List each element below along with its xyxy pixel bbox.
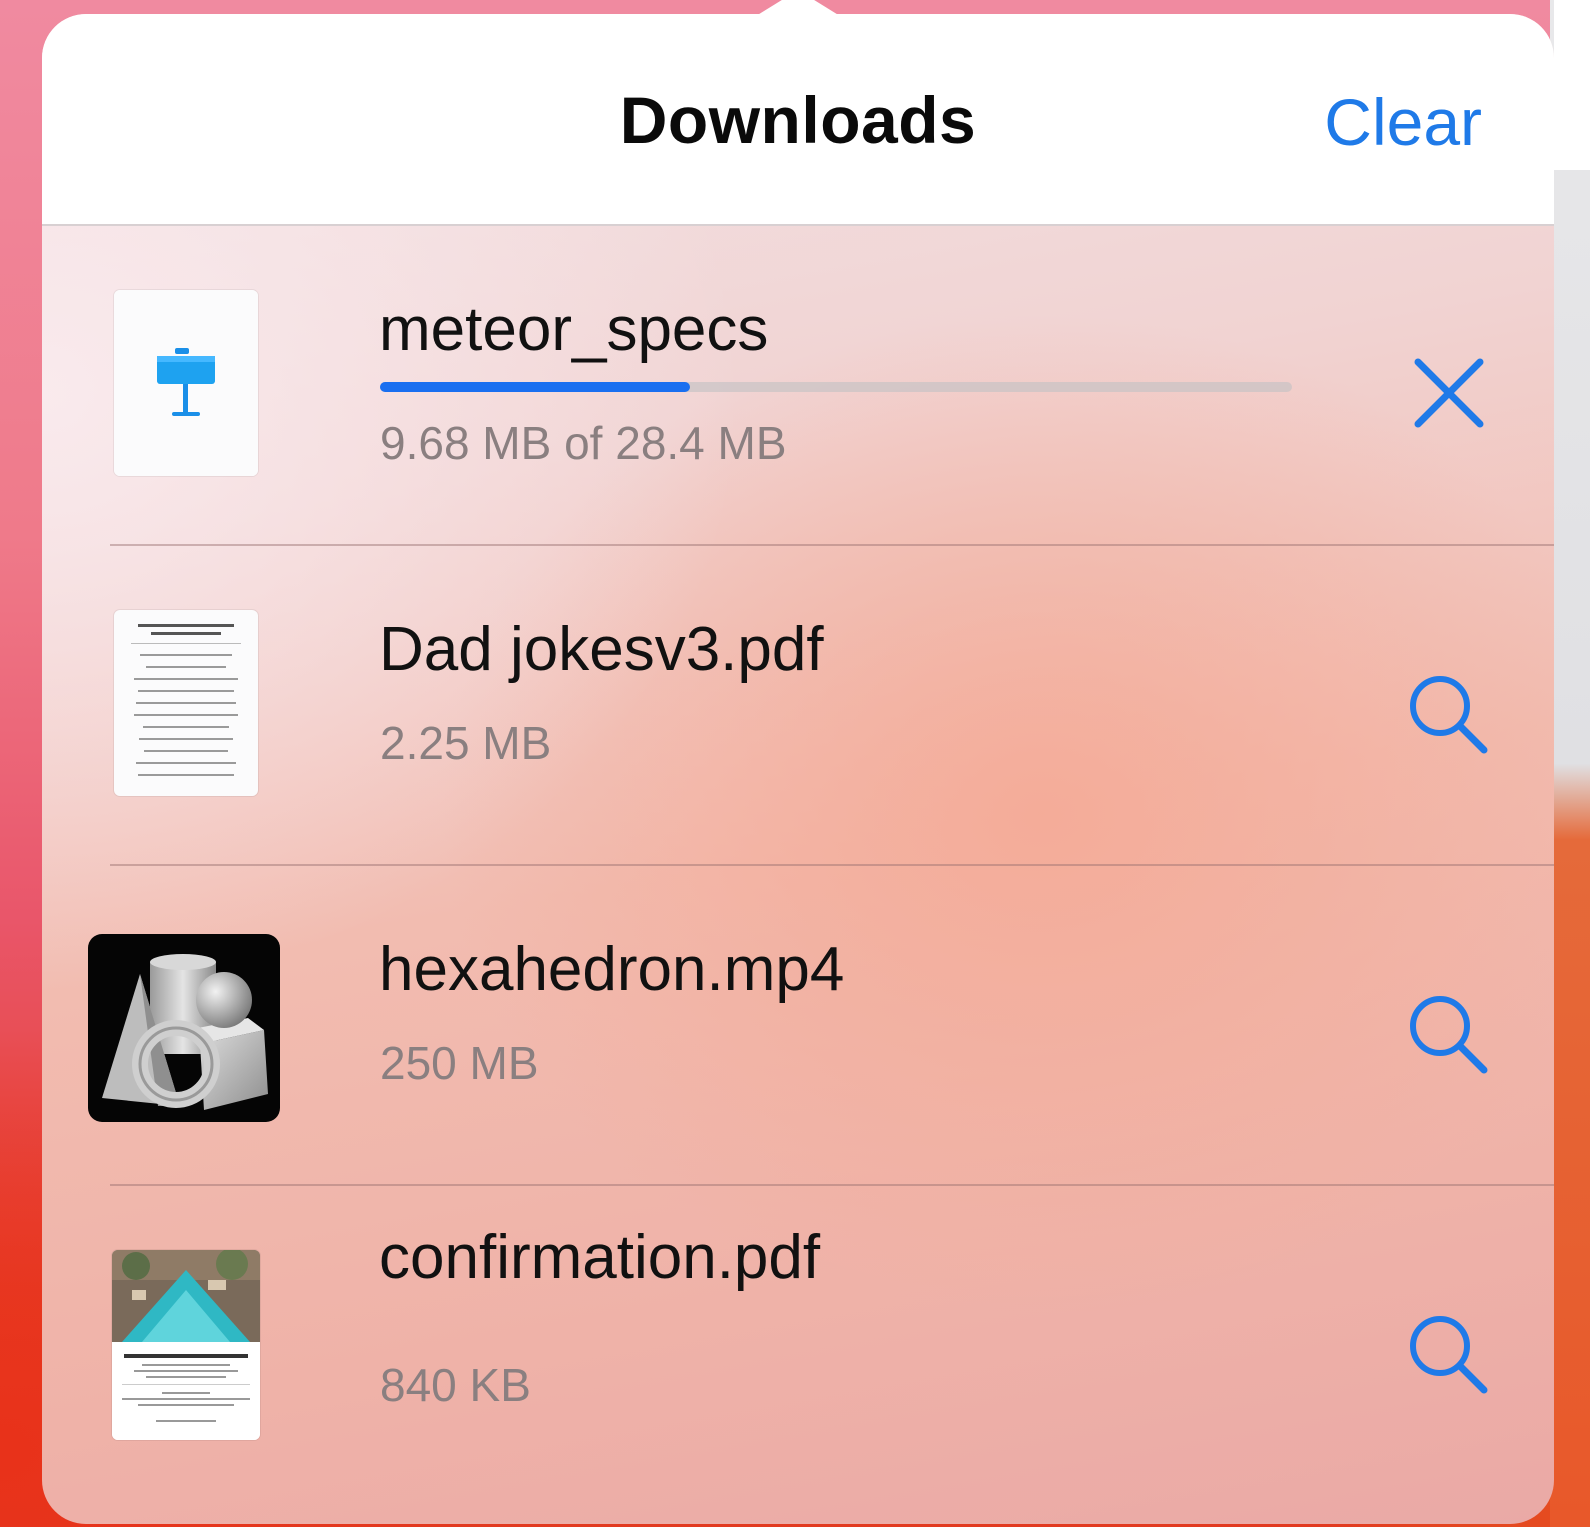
file-size: 250 MB: [380, 1037, 539, 1089]
file-size: 840 KB: [380, 1359, 531, 1411]
download-row-hexahedron[interactable]: hexahedron.mp4 250 MB: [42, 866, 1554, 1186]
popover-caret: [756, 0, 840, 16]
file-size: 9.68 MB of 28.4 MB: [380, 417, 787, 469]
download-row-dad-jokes[interactable]: Dad jokesv3.pdf 2.25 MB: [42, 546, 1554, 866]
pool-photo-pdf-thumbnail: [112, 1250, 260, 1440]
pdf-document-thumbnail: [114, 610, 258, 796]
background-window-top: [1554, 0, 1590, 170]
show-in-finder-button[interactable]: [1404, 990, 1494, 1080]
downloads-popover: Downloads Clear meteor_specs 9.68 MB of …: [42, 14, 1554, 1524]
background-window-edge: [1550, 0, 1590, 1527]
show-in-finder-button[interactable]: [1404, 670, 1494, 760]
3d-shapes-thumbnail: [88, 934, 280, 1122]
popover-header: Downloads Clear: [42, 14, 1554, 226]
download-row-confirmation[interactable]: confirmation.pdf 840 KB: [42, 1186, 1554, 1506]
file-name: hexahedron.mp4: [379, 935, 845, 1004]
magnifying-glass-icon: [1410, 1316, 1488, 1394]
download-progress-fill: [380, 382, 691, 392]
file-name: meteor_specs: [379, 295, 769, 364]
file-size: 2.25 MB: [380, 717, 552, 769]
download-row-meteor-specs[interactable]: meteor_specs 9.68 MB of 28.4 MB: [42, 226, 1554, 546]
cancel-download-button[interactable]: [1404, 348, 1494, 438]
close-icon: [1414, 358, 1484, 428]
clear-button[interactable]: Clear: [1324, 84, 1482, 160]
file-name: Dad jokesv3.pdf: [379, 615, 824, 684]
magnifying-glass-icon: [1410, 996, 1488, 1074]
file-name: confirmation.pdf: [379, 1223, 821, 1292]
magnifying-glass-icon: [1410, 676, 1488, 754]
download-progress-bar: [380, 382, 1292, 392]
keynote-icon: [114, 290, 258, 476]
show-in-finder-button[interactable]: [1404, 1310, 1494, 1400]
